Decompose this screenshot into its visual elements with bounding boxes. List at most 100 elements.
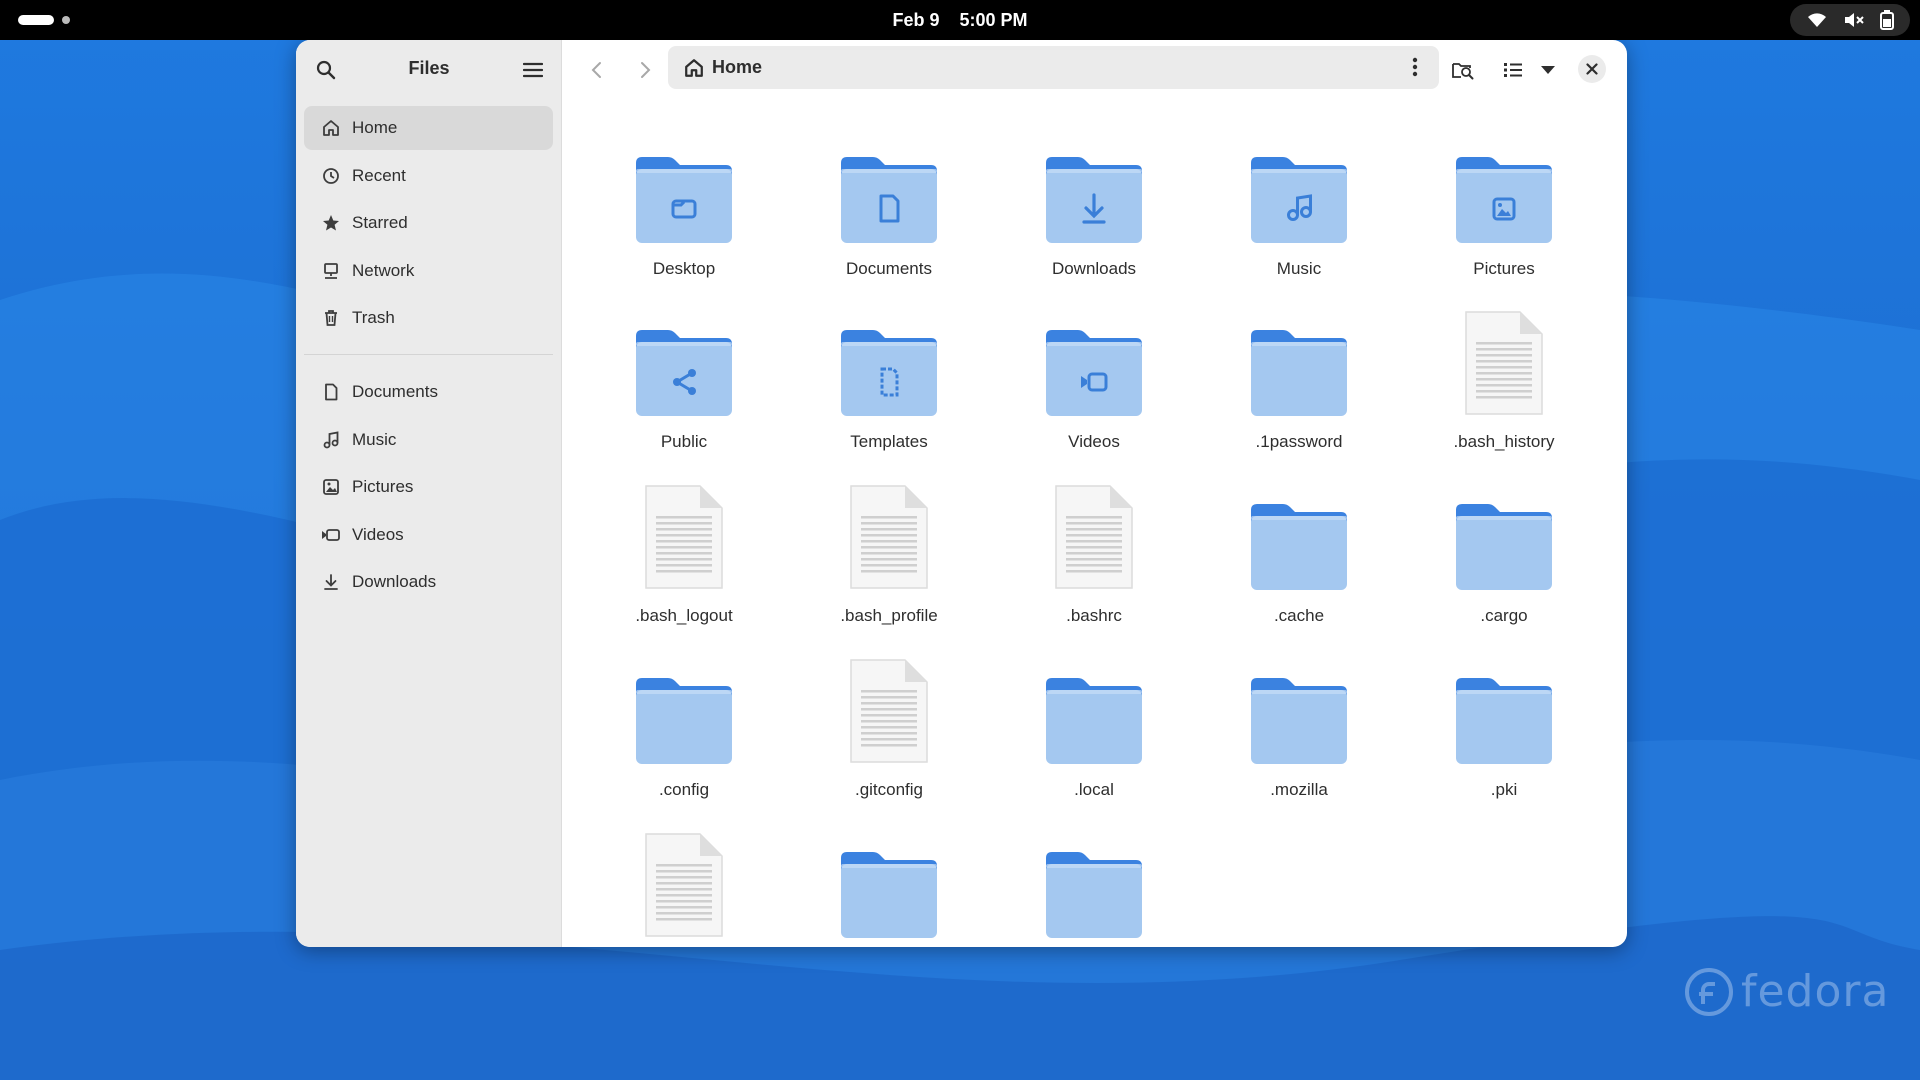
folder-item[interactable]: Downloads (1004, 137, 1184, 307)
sidebar-header: Files (296, 40, 561, 98)
folder-icon (634, 658, 734, 766)
text-file-icon (634, 484, 734, 592)
item-label: .mozilla (1270, 780, 1328, 799)
forward-button[interactable] (630, 55, 660, 85)
folder-icon (839, 137, 939, 245)
sidebar-item-label: Documents (352, 382, 438, 401)
view-toggle-button[interactable] (1498, 55, 1528, 85)
fedora-logo: fedora (1685, 966, 1889, 1017)
sidebar-item-downloads[interactable]: Downloads (304, 560, 553, 604)
sidebar: Files Home Recent Starred Network Trash … (296, 40, 562, 947)
path-segment-home[interactable]: Home (712, 57, 762, 78)
item-label: .pki (1490, 780, 1518, 799)
music-icon (320, 429, 342, 451)
sidebar-item-music[interactable]: Music (304, 418, 553, 462)
folder-item[interactable]: .local (1004, 658, 1184, 828)
picture-icon (320, 476, 342, 498)
folder-item[interactable]: Public (594, 310, 774, 480)
sidebar-item-label: Network (352, 260, 415, 280)
file-item[interactable]: .bash_logout (594, 484, 774, 654)
text-file-icon (839, 658, 939, 766)
chevron-down-icon (1541, 66, 1555, 74)
sidebar-item-label: Recent (352, 165, 406, 185)
folder-icon (1044, 832, 1144, 940)
folder-item[interactable] (799, 832, 979, 947)
sidebar-item-pictures[interactable]: Pictures (304, 465, 553, 509)
wifi-icon (1806, 11, 1828, 29)
text-file-icon (839, 484, 939, 592)
sidebar-item-trash[interactable]: Trash (304, 296, 553, 340)
sidebar-item-documents[interactable]: Documents (304, 370, 553, 414)
file-item[interactable]: .bash_history (1414, 310, 1594, 480)
sidebar-item-videos[interactable]: Videos (304, 513, 553, 557)
clock-icon (320, 165, 342, 187)
folder-item[interactable]: Desktop (594, 137, 774, 307)
item-label: Desktop (652, 259, 716, 278)
item-label: Music (1276, 259, 1322, 278)
location-menu-button[interactable] (1401, 53, 1429, 81)
list-view-icon (1504, 63, 1522, 77)
folder-item[interactable]: .config (594, 658, 774, 828)
files-window: Files Home Recent Starred Network Trash … (296, 40, 1627, 947)
volume-muted-icon (1843, 11, 1865, 29)
main-menu-button[interactable] (519, 56, 547, 84)
folder-item[interactable]: Music (1209, 137, 1389, 307)
item-label: .config (658, 780, 710, 799)
back-button[interactable] (582, 55, 612, 85)
folder-icon (1249, 484, 1349, 592)
item-label: .bash_logout (635, 606, 733, 625)
file-item[interactable] (594, 832, 774, 947)
folder-item[interactable]: .1password (1209, 310, 1389, 480)
sidebar-item-starred[interactable]: Starred (304, 201, 553, 245)
folder-icon (839, 310, 939, 418)
close-button[interactable] (1578, 55, 1606, 83)
file-item[interactable]: .bashrc (1004, 484, 1184, 654)
fedora-infinity-icon (1685, 967, 1733, 1016)
folder-item[interactable]: .cargo (1414, 484, 1594, 654)
folder-item[interactable]: .pki (1414, 658, 1594, 828)
folder-item[interactable]: Pictures (1414, 137, 1594, 307)
battery-icon (1880, 10, 1895, 30)
folder-icon (1249, 310, 1349, 418)
folder-item[interactable]: .mozilla (1209, 658, 1389, 828)
folder-item[interactable]: .cache (1209, 484, 1389, 654)
file-item[interactable]: .bash_profile (799, 484, 979, 654)
file-item[interactable]: .gitconfig (799, 658, 979, 828)
folder-item[interactable] (1004, 832, 1184, 947)
item-label: Pictures (1473, 259, 1535, 278)
text-file-icon (1044, 484, 1144, 592)
close-icon (1586, 63, 1598, 75)
home-icon (320, 117, 342, 139)
location-bar[interactable]: Home (668, 46, 1439, 89)
header-bar: Home (562, 40, 1627, 98)
download-icon (320, 571, 342, 593)
item-label: Documents (846, 259, 932, 278)
folder-icon (1454, 658, 1554, 766)
item-label: Templates (850, 432, 928, 451)
folder-icon (1454, 137, 1554, 245)
sidebar-item-recent[interactable]: Recent (304, 154, 553, 198)
item-label: Videos (1068, 432, 1120, 451)
hamburger-menu-icon (523, 62, 543, 78)
folder-search-icon (1452, 63, 1474, 80)
network-icon (320, 260, 342, 282)
item-label: .1password (1255, 432, 1343, 451)
clock-date[interactable]: Feb 9 (892, 10, 939, 31)
sidebar-item-home[interactable]: Home (304, 106, 553, 150)
item-label: .local (1074, 780, 1114, 799)
system-tray[interactable] (1790, 4, 1910, 36)
folder-item[interactable]: Templates (799, 310, 979, 480)
sidebar-item-label: Trash (352, 308, 395, 327)
sidebar-item-label: Starred (352, 213, 408, 232)
sidebar-item-network[interactable]: Network (304, 249, 553, 293)
folder-icon (1454, 484, 1554, 592)
clock-time[interactable]: 5:00 PM (959, 10, 1027, 31)
sidebar-places: Home Recent Starred Network Trash (296, 106, 561, 340)
view-options-dropdown[interactable] (1533, 55, 1563, 85)
activities-button[interactable] (18, 15, 70, 25)
search-in-folder-button[interactable] (1448, 55, 1478, 85)
sidebar-item-label: Pictures (352, 477, 414, 496)
item-label: .bash_history (1453, 432, 1555, 451)
folder-item[interactable]: Documents (799, 137, 979, 307)
folder-item[interactable]: Videos (1004, 310, 1184, 480)
